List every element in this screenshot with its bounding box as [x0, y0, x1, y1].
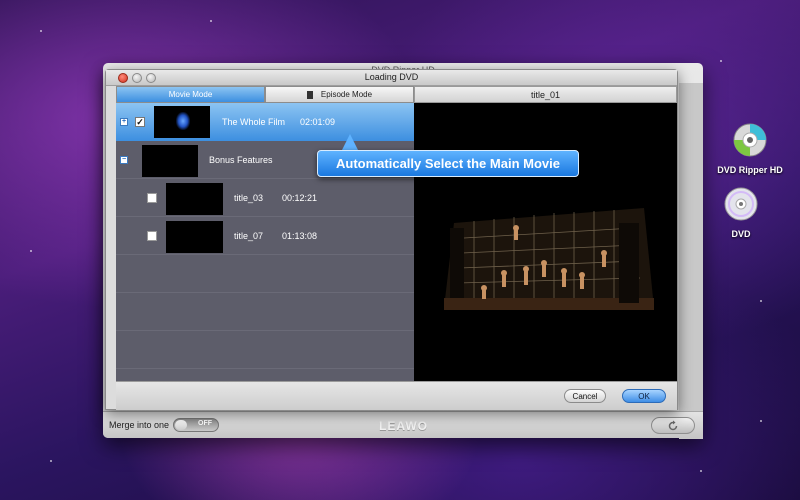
list-item-title-03[interactable]: title_03 00:12:21: [116, 179, 414, 217]
dvd-disc-icon: [724, 187, 758, 221]
refresh-button[interactable]: [651, 417, 695, 434]
app-bottom-bar: Merge into one OFF LEAWO: [103, 411, 703, 438]
list-item-whole-film[interactable]: + ✓ The Whole Film 02:01:09: [116, 103, 414, 141]
title-checkbox[interactable]: [147, 193, 157, 203]
desktop-icon-dvd[interactable]: DVD: [701, 186, 781, 239]
merge-into-one-label: Merge into one: [109, 420, 170, 430]
callout-pointer: [342, 134, 358, 150]
loading-dvd-dialog: Loading DVD Movie Mode Episode Mode titl…: [105, 69, 678, 410]
refresh-icon: [668, 420, 678, 430]
title-thumbnail: [154, 106, 210, 138]
collapse-icon[interactable]: −: [120, 156, 128, 164]
app-window-side-panel: [679, 83, 703, 439]
empty-row: [116, 293, 414, 331]
title-name: Bonus Features: [209, 155, 273, 165]
cancel-button[interactable]: Cancel: [564, 389, 606, 403]
title-list: + ✓ The Whole Film 02:01:09 − Bonus Feat…: [116, 103, 414, 381]
title-thumbnail: [166, 183, 223, 215]
callout-text: Automatically Select the Main Movie: [336, 156, 560, 171]
toggle-state-text: OFF: [198, 420, 212, 427]
preview-title-bar: title_01: [414, 86, 677, 103]
video-preview: [414, 103, 677, 381]
title-name: title_07: [234, 231, 264, 241]
tab-label: Movie Mode: [168, 90, 213, 99]
dialog-titlebar: Loading DVD: [106, 70, 677, 86]
dialog-button-bar: Cancel OK: [116, 381, 677, 410]
title-name: The Whole Film: [222, 117, 286, 127]
expand-icon[interactable]: +: [120, 118, 128, 126]
tab-label: Episode Mode: [320, 90, 373, 99]
film-icon: [306, 90, 313, 99]
title-thumbnail: [142, 145, 198, 177]
desktop-icon-label: DVD Ripper HD: [717, 165, 783, 175]
title-thumbnail: [166, 221, 223, 253]
merge-toggle[interactable]: OFF: [173, 418, 219, 432]
empty-row: [116, 331, 414, 369]
dvd-ripper-app-icon: [733, 123, 767, 157]
desktop-icon-label: DVD: [731, 229, 751, 239]
dialog-title: Loading DVD: [364, 72, 419, 82]
tab-episode-mode[interactable]: Episode Mode: [265, 86, 414, 103]
title-checkbox[interactable]: ✓: [135, 117, 145, 127]
title-checkbox[interactable]: [147, 231, 157, 241]
desktop-icon-dvd-ripper-hd[interactable]: DVD Ripper HD: [710, 122, 790, 175]
title-duration: 02:01:09: [300, 117, 336, 127]
toggle-knob: [175, 420, 187, 430]
callout-tooltip: Automatically Select the Main Movie: [317, 150, 579, 177]
title-duration: 01:13:08: [282, 231, 318, 241]
stage-scene-image: [414, 103, 677, 381]
brand-logo: LEAWO: [379, 419, 428, 433]
mode-tabs: Movie Mode Episode Mode: [116, 86, 414, 103]
empty-row: [116, 255, 414, 293]
tab-movie-mode[interactable]: Movie Mode: [116, 86, 265, 103]
preview-title: title_01: [530, 89, 561, 100]
list-item-title-07[interactable]: title_07 01:13:08: [116, 217, 414, 255]
ok-button[interactable]: OK: [622, 389, 666, 403]
thumbnail-glow: [176, 112, 190, 130]
title-duration: 00:12:21: [282, 193, 318, 203]
title-name: title_03: [234, 193, 264, 203]
